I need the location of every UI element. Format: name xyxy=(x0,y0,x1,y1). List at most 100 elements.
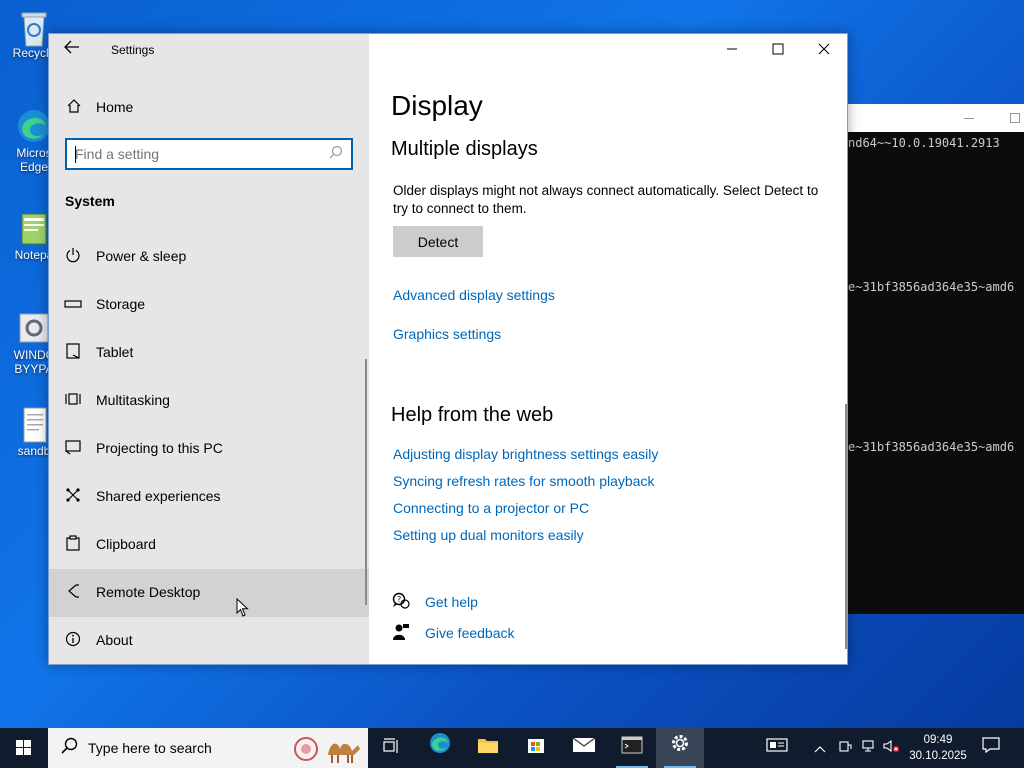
maximize-icon xyxy=(772,43,784,55)
section-header: System xyxy=(65,193,115,209)
notifications-icon xyxy=(982,737,1000,754)
taskbar-mail[interactable] xyxy=(560,728,608,768)
detect-button[interactable]: Detect xyxy=(393,226,483,257)
maximize-button[interactable] xyxy=(755,34,801,66)
page-title: Display xyxy=(391,90,483,121)
windows-logo-icon xyxy=(16,740,31,755)
give-feedback-link[interactable]: Give feedback xyxy=(425,625,515,641)
home-icon xyxy=(65,98,83,116)
clipboard-icon xyxy=(63,535,83,555)
taskbar-search[interactable]: Type here to search xyxy=(48,728,368,768)
nav-item-multitasking[interactable]: Multitasking xyxy=(49,377,369,425)
remote-desktop-icon xyxy=(63,583,83,603)
clock-date: 30.10.2025 xyxy=(909,750,967,762)
news-icon xyxy=(766,738,788,752)
back-button[interactable] xyxy=(61,40,83,60)
taskbar-store[interactable] xyxy=(512,728,560,768)
search-icon xyxy=(60,737,78,760)
show-hidden-icons-button[interactable] xyxy=(810,728,830,768)
task-view-button[interactable] xyxy=(368,728,416,768)
console-window[interactable]: nd64~~10.0.19041.2913 e~31bf3856ad364e35… xyxy=(848,104,1024,614)
help-link[interactable]: Adjusting display brightness settings ea… xyxy=(393,446,658,462)
taskbar-clock[interactable]: 09:49 30.10.2025 xyxy=(902,732,974,764)
multitasking-icon xyxy=(63,391,83,411)
nav-item-shared-experiences[interactable]: Shared experiences xyxy=(49,473,369,521)
console-line: e~31bf3856ad364e35~amd6 xyxy=(848,440,1015,454)
text-caret xyxy=(75,146,76,163)
maximize-icon[interactable] xyxy=(1010,113,1020,123)
back-arrow-icon xyxy=(64,40,79,54)
news-widget-button[interactable] xyxy=(760,728,794,768)
terminal-icon xyxy=(621,736,643,754)
shared-experiences-icon xyxy=(63,487,83,507)
notepad-icon xyxy=(16,210,52,246)
action-center-button[interactable] xyxy=(976,728,1006,768)
info-icon xyxy=(63,631,83,651)
app-title: Settings xyxy=(111,43,155,57)
taskbar-settings[interactable] xyxy=(656,728,704,768)
projecting-icon xyxy=(63,439,83,459)
start-button[interactable] xyxy=(0,728,48,768)
search-box[interactable] xyxy=(65,138,353,170)
nav-item-about[interactable]: About xyxy=(49,617,369,665)
recycle-bin-icon xyxy=(16,8,52,47)
help-link[interactable]: Connecting to a projector or PC xyxy=(393,500,589,516)
taskbar-search-placeholder: Type here to search xyxy=(88,740,212,756)
graphics-settings-link[interactable]: Graphics settings xyxy=(393,326,501,342)
nav-item-clipboard[interactable]: Clipboard xyxy=(49,521,369,569)
help-link[interactable]: Syncing refresh rates for smooth playbac… xyxy=(393,473,654,489)
help-from-web-heading: Help from the web xyxy=(391,404,554,426)
nav-item-label: Shared experiences xyxy=(96,488,221,504)
edge-icon xyxy=(16,108,52,144)
nav-item-label: Power & sleep xyxy=(96,248,187,264)
device-icon xyxy=(839,741,852,752)
search-highlight-camel-icon xyxy=(292,731,364,765)
task-view-icon xyxy=(383,738,398,753)
get-help-row[interactable]: ? Get help xyxy=(391,592,591,614)
nav-home[interactable]: Home xyxy=(49,90,369,124)
minimize-icon[interactable] xyxy=(964,118,974,119)
nav-item-label: Multitasking xyxy=(96,392,170,408)
settings-gear-icon xyxy=(16,310,52,346)
nav-home-label: Home xyxy=(96,99,134,115)
advanced-display-settings-link[interactable]: Advanced display settings xyxy=(393,287,555,303)
mail-icon xyxy=(572,737,596,752)
close-icon xyxy=(818,43,830,55)
volume-button[interactable] xyxy=(882,728,902,768)
console-line: e~31bf3856ad364e35~amd6 xyxy=(848,280,1015,294)
store-icon xyxy=(528,739,544,753)
titlebar[interactable]: Settings xyxy=(49,34,369,66)
chevron-up-icon xyxy=(814,746,826,753)
nav-scrollbar[interactable] xyxy=(365,359,367,605)
window-controls xyxy=(707,34,847,66)
close-button[interactable] xyxy=(801,34,847,66)
settings-window: Settings Home System Power & sleep Stora… xyxy=(48,33,848,665)
taskbar-file-explorer[interactable] xyxy=(464,728,512,768)
nav-item-remote-desktop[interactable]: Remote Desktop xyxy=(49,569,369,617)
console-titlebar[interactable] xyxy=(848,104,1024,132)
minimize-button[interactable] xyxy=(709,34,755,66)
network-icon xyxy=(862,740,874,752)
nav-item-tablet[interactable]: Tablet xyxy=(49,329,369,377)
power-icon xyxy=(63,247,83,267)
clock-time: 09:49 xyxy=(923,734,953,746)
search-input[interactable] xyxy=(75,145,315,163)
edge-icon xyxy=(430,733,450,753)
file-explorer-icon xyxy=(478,739,498,753)
section-heading-multiple-displays: Multiple displays xyxy=(391,138,538,160)
nav-item-power-sleep[interactable]: Power & sleep xyxy=(49,233,369,281)
nav-item-label: Storage xyxy=(96,296,146,312)
give-feedback-row[interactable]: Give feedback xyxy=(391,623,591,645)
help-link[interactable]: Setting up dual monitors easily xyxy=(393,527,584,543)
settings-icon xyxy=(672,735,688,751)
taskbar-terminal[interactable] xyxy=(608,728,656,768)
network-button[interactable] xyxy=(858,728,878,768)
nav-item-projecting[interactable]: Projecting to this PC xyxy=(49,425,369,473)
content-scrollbar[interactable] xyxy=(845,404,847,649)
get-help-link[interactable]: Get help xyxy=(425,594,478,610)
nav-item-storage[interactable]: Storage xyxy=(49,281,369,329)
taskbar-edge[interactable] xyxy=(416,728,464,768)
tray-device-icon-button[interactable] xyxy=(836,728,854,768)
settings-nav-pane: Settings Home System Power & sleep Stora… xyxy=(49,34,369,664)
get-help-icon: ? xyxy=(391,592,411,612)
